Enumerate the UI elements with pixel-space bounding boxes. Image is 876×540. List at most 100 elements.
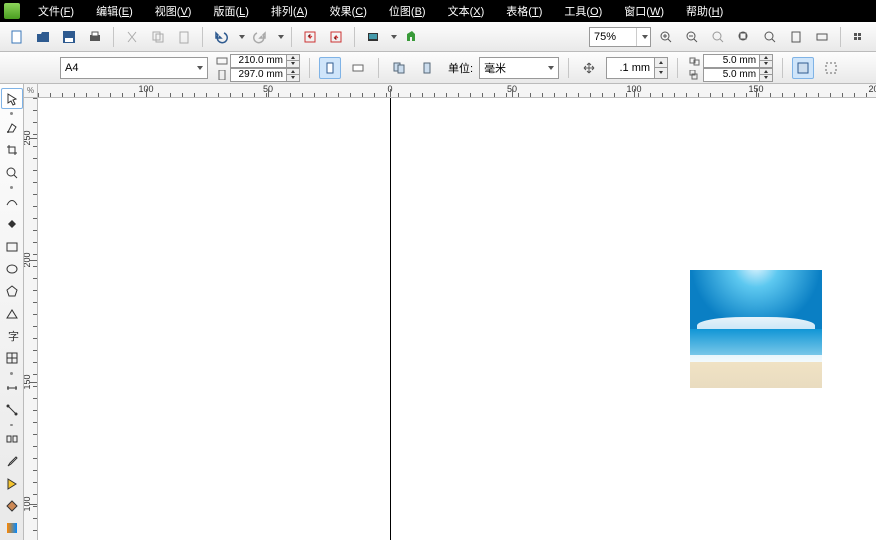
connector-tool[interactable] — [1, 399, 23, 420]
open-button[interactable] — [32, 26, 54, 48]
menu-text[interactable]: 文本(X) — [438, 0, 495, 22]
welcome-screen-button[interactable] — [401, 26, 423, 48]
table-tool[interactable] — [1, 348, 23, 369]
portrait-button[interactable] — [319, 57, 341, 79]
dup-x-input[interactable] — [703, 54, 759, 68]
zoom-out-button[interactable] — [681, 26, 703, 48]
menu-layout[interactable]: 版面(L) — [203, 0, 258, 22]
standard-toolbar — [0, 22, 876, 52]
treat-as-filled-button[interactable] — [820, 57, 842, 79]
nudge-spinner[interactable] — [654, 57, 668, 79]
chevron-down-icon — [545, 66, 554, 70]
zoom-all-button[interactable] — [759, 26, 781, 48]
units-value: 毫米 — [484, 60, 506, 76]
work-area: 字 % 100 50 0 50 100 150 200 250 200 150 … — [0, 84, 876, 540]
import-button[interactable] — [299, 26, 321, 48]
height-spinner[interactable] — [286, 68, 300, 82]
menu-table[interactable]: 表格(T) — [496, 0, 552, 22]
menu-window[interactable]: 窗口(W) — [614, 0, 674, 22]
rectangle-tool[interactable] — [1, 236, 23, 257]
blend-tool[interactable] — [1, 428, 23, 449]
zoom-tool[interactable] — [1, 162, 23, 183]
units-select[interactable]: 毫米 — [479, 57, 559, 79]
property-bar: A4 单位: 毫米 — [0, 52, 876, 84]
redo-button[interactable] — [249, 26, 271, 48]
menu-tools[interactable]: 工具(O) — [554, 0, 612, 22]
export-button[interactable] — [325, 26, 347, 48]
redo-dropdown-icon[interactable] — [278, 35, 284, 39]
menu-arrange[interactable]: 排列(A) — [261, 0, 318, 22]
outline-tool[interactable] — [1, 473, 23, 494]
landscape-button[interactable] — [347, 57, 369, 79]
menu-help[interactable]: 帮助(H) — [676, 0, 733, 22]
copy-button[interactable] — [147, 26, 169, 48]
eyedropper-tool[interactable] — [1, 451, 23, 472]
width-spinner[interactable] — [286, 54, 300, 68]
cut-button[interactable] — [121, 26, 143, 48]
launcher-dropdown-icon[interactable] — [391, 35, 397, 39]
chevron-down-icon[interactable] — [636, 28, 650, 46]
zoom-in-button[interactable] — [655, 26, 677, 48]
paste-button[interactable] — [173, 26, 195, 48]
smart-fill-tool[interactable] — [1, 214, 23, 235]
options-button[interactable] — [848, 26, 870, 48]
zoom-combo[interactable] — [589, 27, 651, 47]
menu-file[interactable]: 文件(F) — [28, 0, 84, 22]
horizontal-ruler[interactable]: 100 50 0 50 100 150 200 — [38, 84, 876, 98]
pick-tool[interactable] — [1, 88, 23, 109]
chevron-down-icon — [194, 66, 203, 70]
zoom-100-button[interactable] — [707, 26, 729, 48]
undo-dropdown-icon[interactable] — [239, 35, 245, 39]
basic-shapes-tool[interactable] — [1, 303, 23, 324]
all-pages-button[interactable] — [388, 57, 410, 79]
dup-y-input[interactable] — [703, 68, 759, 82]
separator — [354, 27, 355, 47]
dup-x-spinner[interactable] — [759, 54, 773, 68]
zoom-selection-button[interactable] — [733, 26, 755, 48]
print-button[interactable] — [84, 26, 106, 48]
separator — [568, 58, 569, 78]
save-button[interactable] — [58, 26, 80, 48]
paper-preset-value: A4 — [65, 62, 78, 74]
ruler-origin[interactable]: % — [24, 84, 38, 98]
app-launcher-button[interactable] — [362, 26, 384, 48]
freehand-tool[interactable] — [1, 191, 23, 212]
dup-y-icon — [687, 68, 703, 82]
zoom-page-button[interactable] — [785, 26, 807, 48]
menu-view[interactable]: 视图(V) — [145, 0, 202, 22]
drawing-page[interactable] — [38, 98, 876, 540]
canvas[interactable]: % 100 50 0 50 100 150 200 250 200 150 10… — [24, 84, 876, 540]
paper-preset-select[interactable]: A4 — [60, 57, 208, 79]
separator — [677, 58, 678, 78]
polygon-tool[interactable] — [1, 281, 23, 302]
beach-photo[interactable] — [690, 270, 822, 388]
dup-y-spinner[interactable] — [759, 68, 773, 82]
snap-to-objects-button[interactable] — [792, 57, 814, 79]
page-height-input[interactable] — [230, 68, 286, 82]
menu-bitmap[interactable]: 位图(B) — [379, 0, 436, 22]
separator — [309, 58, 310, 78]
nudge-input[interactable] — [606, 57, 654, 79]
text-tool[interactable]: 字 — [1, 325, 23, 346]
crop-tool[interactable] — [1, 140, 23, 161]
ellipse-tool[interactable] — [1, 258, 23, 279]
vertical-ruler[interactable]: 250 200 150 100 — [24, 98, 38, 540]
zoom-input[interactable] — [590, 28, 636, 46]
menu-edit[interactable]: 编辑(E) — [86, 0, 143, 22]
new-button[interactable] — [6, 26, 28, 48]
current-page-button[interactable] — [416, 57, 438, 79]
toolbox: 字 — [0, 84, 24, 540]
height-icon — [214, 68, 230, 82]
page-center-line — [390, 98, 391, 540]
shape-tool[interactable] — [1, 117, 23, 138]
menu-effects[interactable]: 效果(C) — [320, 0, 377, 22]
fill-tool[interactable] — [1, 495, 23, 516]
photo-sand — [690, 362, 822, 388]
dimension-tool[interactable] — [1, 377, 23, 398]
zoom-width-button[interactable] — [811, 26, 833, 48]
dup-x-icon — [687, 54, 703, 68]
page-width-input[interactable] — [230, 54, 286, 68]
undo-button[interactable] — [210, 26, 232, 48]
interactive-fill-tool[interactable] — [1, 518, 23, 539]
tool-divider — [10, 112, 13, 115]
